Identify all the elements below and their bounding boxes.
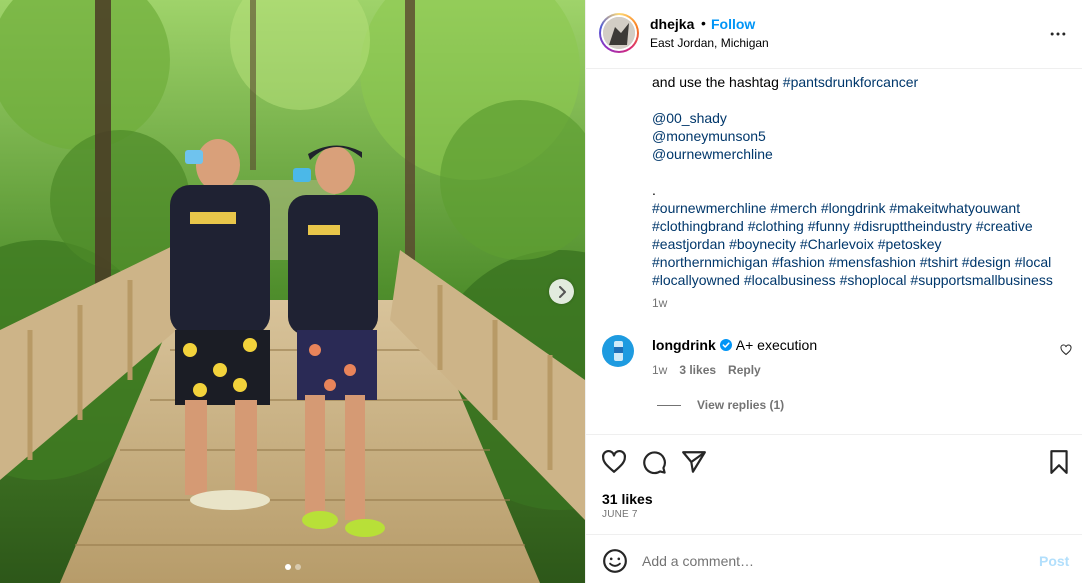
hashtag-link[interactable]: #boynecity: [729, 236, 796, 252]
hashtag-link[interactable]: #northernmichigan: [652, 254, 768, 270]
emoji-icon[interactable]: [602, 548, 628, 574]
comment-like-heart-icon[interactable]: [1060, 344, 1072, 356]
more-horizontal-icon[interactable]: [1048, 24, 1068, 44]
hashtag-link[interactable]: #clothingbrand: [652, 218, 744, 234]
post-actions: 31 likes JUNE 7: [586, 434, 1082, 534]
follow-button[interactable]: Follow: [711, 16, 755, 32]
hashtag-link[interactable]: #merch: [770, 200, 817, 216]
reply-button[interactable]: Reply: [728, 363, 761, 377]
hashtag-link[interactable]: #local: [1015, 254, 1052, 270]
view-replies-button[interactable]: View replies (1): [657, 398, 784, 412]
hashtag-link[interactable]: #supportsmallbusiness: [910, 272, 1052, 288]
post-comment-button[interactable]: Post: [1039, 553, 1069, 569]
carousel-dot-active: [284, 564, 291, 570]
next-slide-button[interactable]: [549, 279, 574, 304]
post-media[interactable]: [0, 0, 585, 583]
carousel-indicator: [0, 564, 585, 570]
hashtag-link[interactable]: #longdrink: [821, 200, 886, 216]
header-separator: •: [701, 15, 706, 31]
verified-badge-icon: [719, 339, 732, 351]
comment-likes[interactable]: 3 likes: [679, 363, 716, 377]
hashtag-link[interactable]: #funny: [808, 218, 850, 234]
mention-link[interactable]: @00_shady: [652, 110, 727, 126]
hashtag-link[interactable]: #mensfashion: [829, 254, 916, 270]
hashtag-line: #eastjordan #boynecity #Charlevoix #peto…: [652, 235, 1062, 253]
mention-link[interactable]: @moneymunson5: [652, 128, 766, 144]
post-details-panel: and use the hashtag #pantsdrunkforcancer…: [585, 0, 1082, 583]
hashtag-link[interactable]: #design: [962, 254, 1011, 270]
post-header: dhejka • Follow East Jordan, Michigan: [586, 0, 1082, 69]
hashtag-link[interactable]: #makeitwhatyouwant: [889, 200, 1020, 216]
replies-divider: [657, 405, 681, 407]
post-date[interactable]: JUNE 7: [602, 509, 638, 520]
avatar: [603, 17, 635, 49]
hashtag-line: #locallyowned #localbusiness #shoplocal …: [652, 271, 1062, 289]
comment-username[interactable]: longdrink: [652, 337, 716, 353]
hashtag-link[interactable]: #tshirt: [920, 254, 958, 270]
add-comment-bar: Post: [586, 534, 1082, 583]
hashtag-link[interactable]: #creative: [976, 218, 1033, 234]
like-count[interactable]: 31 likes: [602, 491, 653, 507]
chevron-right-icon: [558, 285, 566, 298]
hashtag-line: #northernmichigan #fashion #mensfashion …: [652, 253, 1062, 271]
story-ring[interactable]: [599, 13, 639, 53]
post-caption: and use the hashtag #pantsdrunkforcancer…: [652, 55, 1062, 289]
mention-link[interactable]: @ournewmerchline: [652, 146, 773, 162]
hashtag-link[interactable]: #disrupttheindustry: [854, 218, 972, 234]
comment-icon[interactable]: [641, 449, 667, 475]
caption-hashtag-line: and use the hashtag #pantsdrunkforcancer: [652, 74, 919, 90]
comment-meta: 1w 3 likes Reply: [652, 363, 773, 377]
hashtag-link[interactable]: #Charlevoix: [800, 236, 874, 252]
caption-timestamp[interactable]: 1w: [652, 296, 667, 310]
hashtag-link[interactable]: #pantsdrunkforcancer: [783, 74, 918, 90]
hashtag-link[interactable]: #eastjordan: [652, 236, 725, 252]
comment-input[interactable]: [642, 549, 1022, 573]
carousel-dot: [294, 564, 301, 570]
post-photo: [0, 0, 585, 583]
hashtag-line: #ournewmerchline #merch #longdrink #make…: [652, 199, 1062, 217]
hashtag-link[interactable]: #localbusiness: [744, 272, 836, 288]
caption-dot: .: [652, 182, 656, 198]
hashtag-link[interactable]: #fashion: [772, 254, 825, 270]
hashtag-line: #clothingbrand #clothing #funny #disrupt…: [652, 217, 1062, 235]
comment-timestamp[interactable]: 1w: [652, 363, 667, 377]
hashtag-link[interactable]: #petoskey: [878, 236, 942, 252]
hashtag-link[interactable]: #locallyowned: [652, 272, 740, 288]
commenter-avatar[interactable]: [602, 335, 634, 367]
longdrink-logo: [614, 341, 623, 361]
hashtag-link[interactable]: #clothing: [748, 218, 804, 234]
hashtag-link[interactable]: #ournewmerchline: [652, 200, 766, 216]
send-icon[interactable]: [681, 449, 707, 475]
hashtag-link[interactable]: #shoplocal: [840, 272, 907, 288]
bookmark-icon[interactable]: [1046, 449, 1072, 475]
comment-body: A+ execution: [735, 337, 818, 353]
post-author-username[interactable]: dhejka: [650, 16, 694, 32]
post-location[interactable]: East Jordan, Michigan: [650, 36, 769, 50]
comment: longdrink A+ execution: [652, 336, 817, 354]
heart-icon[interactable]: [601, 449, 627, 475]
